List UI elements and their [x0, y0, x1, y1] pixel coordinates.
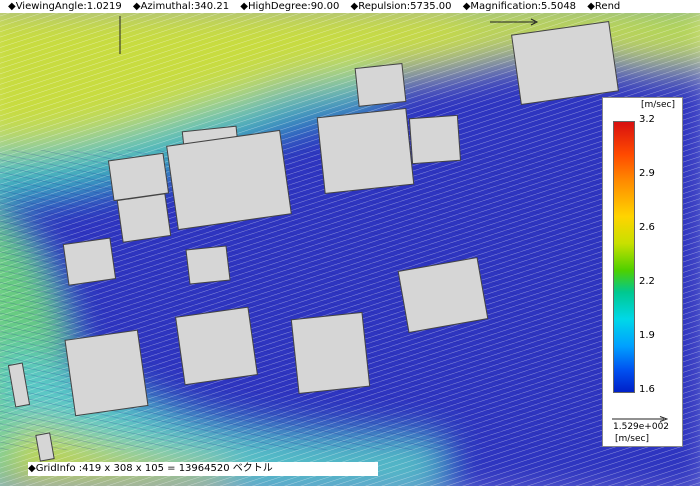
legend-unit-top: [m/sec] — [641, 100, 675, 110]
grid-info: ◆GridInfo :419 x 308 x 105 = 13964520 ベク… — [28, 462, 378, 476]
building[interactable] — [116, 193, 172, 243]
building[interactable] — [62, 237, 117, 286]
high-degree-readout: ◆HighDegree:90.00 — [240, 1, 340, 12]
legend-tick: 1.9 — [639, 330, 655, 341]
legend-tick: 1.6 — [639, 384, 655, 395]
reference-value: 1.529e+002 — [613, 422, 670, 432]
legend-tick: 3.2 — [639, 114, 655, 125]
legend-tick: 2.2 — [639, 276, 655, 287]
building[interactable] — [397, 256, 489, 334]
status-header: ◆ViewingAngle:1.0219 ◆Azimuthal:340.21 ◆… — [0, 0, 700, 13]
building[interactable] — [64, 329, 149, 417]
repulsion-readout: ◆Repulsion:5735.00 — [350, 1, 452, 12]
legend-tick: 2.6 — [639, 222, 655, 233]
legend-unit-bottom: [m/sec] — [615, 434, 649, 444]
legend-tick: 2.9 — [639, 168, 655, 179]
building[interactable] — [316, 107, 415, 194]
building[interactable] — [408, 114, 462, 165]
building[interactable] — [166, 129, 292, 231]
magnification-readout: ◆Magnification:5.5048 — [462, 1, 577, 12]
azimuthal-readout: ◆Azimuthal:340.21 — [132, 1, 230, 12]
building[interactable] — [107, 152, 170, 202]
flow-visualization[interactable] — [0, 0, 700, 486]
legend-colorbar — [613, 121, 635, 393]
building[interactable] — [290, 311, 371, 395]
viewing-angle-readout: ◆ViewingAngle:1.0219 — [8, 1, 122, 12]
building[interactable] — [175, 306, 258, 386]
building[interactable] — [185, 245, 231, 285]
building[interactable] — [354, 63, 407, 107]
render-readout: ◆Rend — [587, 1, 621, 12]
velocity-legend: [m/sec] 3.2 2.9 2.6 2.2 1.9 1.6 1.529e+0… — [602, 97, 683, 447]
building[interactable] — [511, 20, 619, 106]
